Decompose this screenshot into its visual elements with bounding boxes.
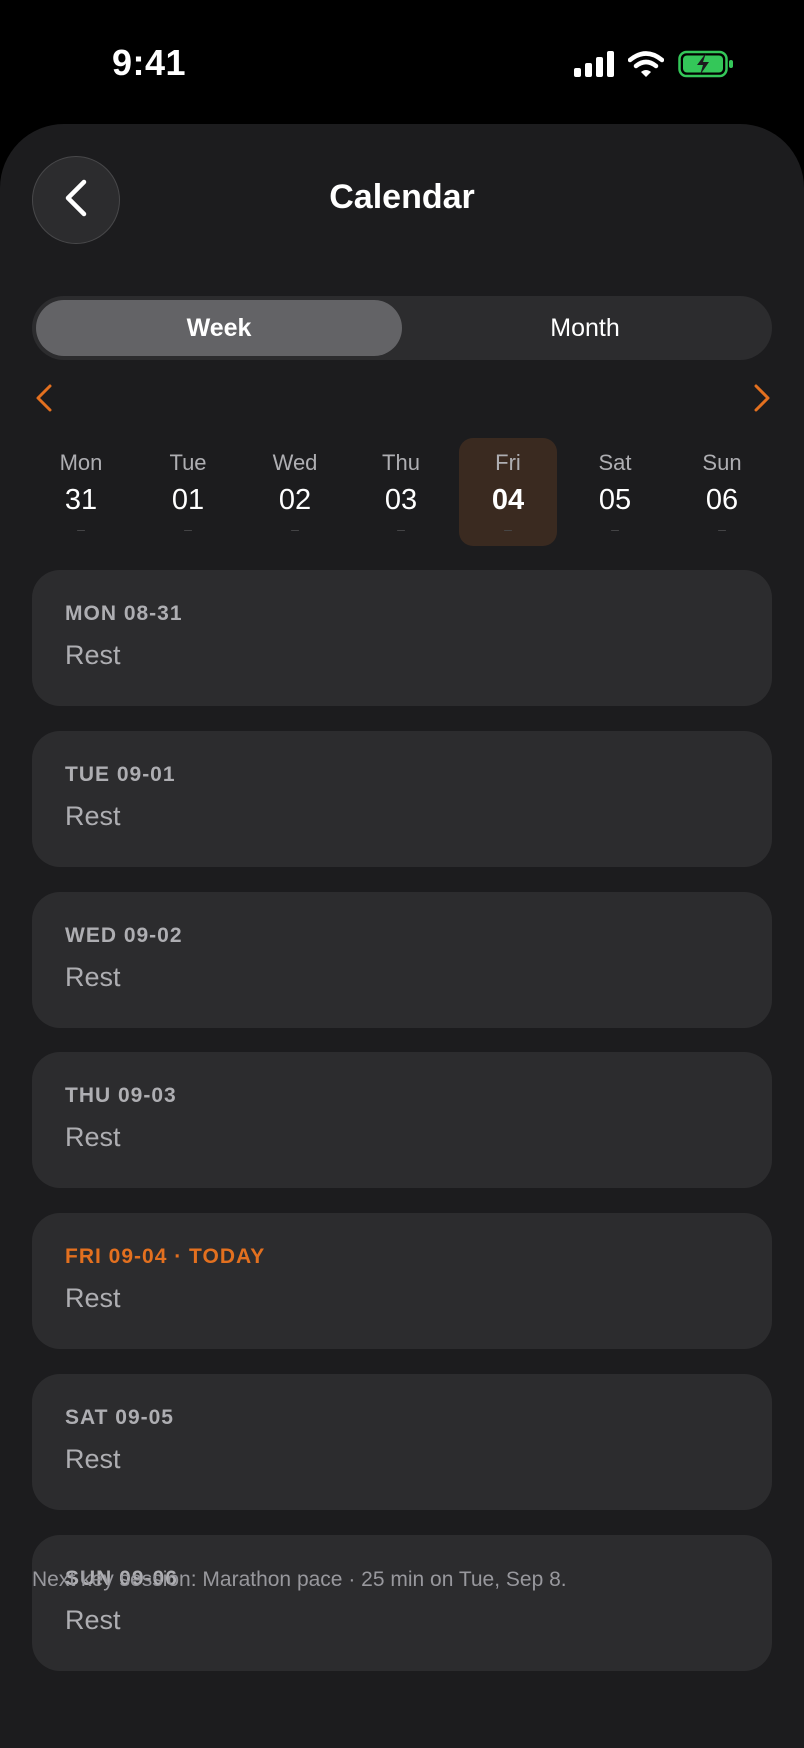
day-marker: – xyxy=(77,521,85,537)
status-time: 9:41 xyxy=(112,42,187,83)
signal-icon xyxy=(574,51,614,82)
card-status: Rest xyxy=(65,640,121,670)
day-number: 06 xyxy=(705,484,739,516)
day-number: 04 xyxy=(491,484,525,516)
card-status: Rest xyxy=(65,1122,121,1152)
card-date: SAT 09-05 xyxy=(65,1406,174,1429)
view-toggle: Week Month xyxy=(32,296,772,360)
day-number: 02 xyxy=(278,484,312,516)
month-tab[interactable]: Month xyxy=(402,300,768,356)
previous-week-button[interactable] xyxy=(30,380,58,420)
card-date: THU 09-03 xyxy=(65,1084,177,1107)
day-marker: – xyxy=(611,521,619,537)
day-sat[interactable]: Sat 05 – xyxy=(566,438,664,546)
chevron-left-icon xyxy=(35,383,53,418)
day-number: 31 xyxy=(64,484,98,516)
day-tue[interactable]: Tue 01 – xyxy=(139,438,237,546)
day-card-thu[interactable]: THU 09-03 Rest xyxy=(32,1052,772,1188)
day-number: 05 xyxy=(598,484,632,516)
card-status: Rest xyxy=(65,801,121,831)
card-date: WED 09-02 xyxy=(65,924,183,947)
day-mon[interactable]: Mon 31 – xyxy=(32,438,130,546)
week-tab[interactable]: Week xyxy=(36,300,402,356)
calendar-sheet: Calendar Week Month Mon 31 – Tue 01 – We… xyxy=(0,124,804,1748)
card-date: FRI 09-04 · TODAY xyxy=(65,1245,266,1268)
chevron-right-icon xyxy=(753,383,771,418)
day-card-mon[interactable]: MON 08-31 Rest xyxy=(32,570,772,706)
battery-charging-icon xyxy=(678,50,734,83)
status-bar: 9:41 xyxy=(0,0,804,124)
day-name: Sun xyxy=(702,450,742,475)
day-card-wed[interactable]: WED 09-02 Rest xyxy=(32,892,772,1028)
week-navigation xyxy=(30,380,776,420)
day-thu[interactable]: Thu 03 – xyxy=(352,438,450,546)
day-name: Mon xyxy=(59,450,103,475)
day-marker: – xyxy=(397,521,405,537)
card-status: Rest xyxy=(65,1283,121,1313)
week-strip: Mon 31 – Tue 01 – Wed 02 – Thu 03 – Fri … xyxy=(28,438,776,546)
day-name: Thu xyxy=(382,450,420,475)
next-week-button[interactable] xyxy=(748,380,776,420)
day-name: Wed xyxy=(272,450,318,475)
day-card-sat[interactable]: SAT 09-05 Rest xyxy=(32,1374,772,1510)
day-card-tue[interactable]: TUE 09-01 Rest xyxy=(32,731,772,867)
wifi-icon xyxy=(627,51,665,82)
day-card-fri-today[interactable]: FRI 09-04 · TODAY Rest xyxy=(32,1213,772,1349)
card-status: Rest xyxy=(65,1444,121,1474)
day-marker: – xyxy=(291,521,299,537)
day-marker: – xyxy=(184,521,192,537)
day-wed[interactable]: Wed 02 – xyxy=(246,438,344,546)
day-fri[interactable]: Fri 04 – xyxy=(459,438,557,546)
day-number: 01 xyxy=(171,484,205,516)
day-name: Fri xyxy=(495,450,521,475)
day-sun[interactable]: Sun 06 – xyxy=(673,438,771,546)
day-marker: – xyxy=(504,521,512,537)
day-name: Sat xyxy=(598,450,632,475)
day-card-sun[interactable]: SUN 09-06 Rest xyxy=(32,1535,772,1671)
card-status: Rest xyxy=(65,962,121,992)
next-session-note: Next key session: Marathon pace · 25 min… xyxy=(32,1568,567,1591)
status-icons xyxy=(574,50,734,83)
page-title: Calendar xyxy=(329,178,475,216)
card-date: TUE 09-01 xyxy=(65,763,176,786)
card-date: MON 08-31 xyxy=(65,602,183,625)
day-name: Tue xyxy=(169,450,207,475)
day-marker: – xyxy=(718,521,726,537)
day-number: 03 xyxy=(384,484,418,516)
card-status: Rest xyxy=(65,1605,121,1635)
